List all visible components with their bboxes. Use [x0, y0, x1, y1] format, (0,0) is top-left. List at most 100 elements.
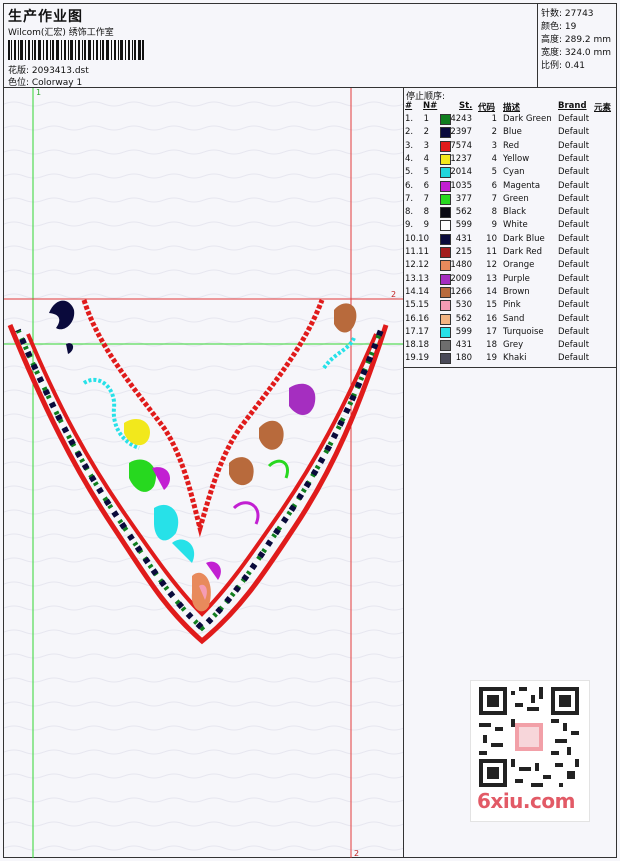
stop-stitches: 2014 [450, 167, 472, 178]
barcode-icon [8, 40, 144, 60]
stop-row: 1. 1 4243 1 Dark Green Default [404, 114, 617, 127]
stop-stitches: 2397 [450, 127, 472, 138]
stop-code: 13 [486, 273, 497, 284]
stop-stitches: 1237 [450, 153, 472, 164]
stop-code: 3 [491, 140, 497, 151]
stop-row: 3. 3 7574 3 Red Default [404, 140, 617, 154]
stop-brand: Default [558, 127, 590, 138]
stop-code: 7 [491, 193, 497, 204]
stop-number: 15 [418, 300, 429, 311]
stop-description: Brown [503, 286, 530, 297]
stop-description: Dark Green [503, 114, 552, 124]
stop-row: 13. 13 2009 13 Purple Default [404, 273, 617, 287]
stop-index: 19. [405, 353, 419, 364]
stop-index: 10. [405, 233, 419, 244]
stop-code: 11 [486, 247, 497, 257]
guide-label-2-bottom: 2 [354, 849, 359, 858]
stop-description: Khaki [503, 353, 527, 364]
stop-brand: Default [558, 260, 590, 271]
watermark-text: 6xiu.com [477, 789, 575, 813]
stop-index: 13. [405, 273, 419, 284]
stop-index: 6. [405, 180, 414, 191]
stop-brand: Default [558, 207, 590, 218]
stop-index: 7. [405, 193, 414, 204]
stop-stitches: 2009 [450, 273, 472, 284]
stop-row: 6. 6 1035 6 Magenta Default [404, 180, 617, 194]
col-stitches: St. [459, 101, 473, 111]
stop-number: 1 [423, 114, 429, 124]
stop-description: Blue [503, 127, 522, 138]
stop-brand: Default [558, 326, 590, 337]
stop-row: 18. 18 431 18 Grey Default [404, 340, 617, 353]
stop-stitches: 431 [455, 233, 472, 244]
col-brand: Brand [558, 101, 587, 111]
stop-brand: Default [558, 313, 590, 324]
stop-row: 9. 9 599 9 White Default [404, 220, 617, 233]
stop-stitches: 215 [455, 247, 472, 257]
stop-stitches: 562 [455, 313, 472, 324]
watermark-qr: 6xiu.com [470, 680, 590, 822]
stop-number: 10 [418, 233, 429, 244]
stop-index: 16. [405, 313, 419, 324]
stop-code: 8 [491, 207, 497, 218]
stop-stitches: 377 [455, 193, 472, 204]
stop-table-header: # N# St. 代码 描述 Brand 元素 [404, 101, 617, 114]
stop-brand: Default [558, 180, 590, 191]
stop-code: 10 [486, 233, 497, 244]
stop-brand: Default [558, 247, 590, 257]
stop-row: 19. 19 180 19 Khaki Default [404, 353, 617, 366]
stop-description: Sand [503, 313, 525, 324]
stop-brand: Default [558, 220, 590, 231]
stop-stitches: 1480 [450, 260, 472, 271]
stop-stitches: 1266 [450, 286, 472, 297]
stop-code: 19 [486, 353, 497, 364]
design-preview: 1 2 2 [4, 88, 404, 858]
stop-index: 15. [405, 300, 419, 311]
stop-index: 12. [405, 260, 419, 271]
stat-width: 宽度: 324.0 mm [541, 48, 612, 58]
stop-description: Black [503, 207, 526, 218]
stop-sequence-panel: 停止顺序: # N# St. 代码 描述 Brand 元素 1. 1 4243 1 Da… [404, 88, 617, 368]
stop-code: 4 [491, 153, 497, 164]
stop-brand: Default [558, 340, 590, 351]
page-title: 生产作业图 [8, 9, 83, 25]
stop-stitches: 7574 [450, 140, 472, 151]
guide-label-1: 1 [36, 88, 41, 97]
stop-description: White [503, 220, 528, 231]
stop-description: Pink [503, 300, 521, 311]
stop-stitches: 599 [455, 326, 472, 337]
stop-stitches: 599 [455, 220, 472, 231]
stop-row: 10. 10 431 10 Dark Blue Default [404, 233, 617, 247]
stop-index: 5. [405, 167, 414, 178]
guide-label-2-right: 2 [391, 290, 396, 299]
stop-index: 3. [405, 140, 414, 151]
stop-row: 17. 17 599 17 Turquoise Default [404, 326, 617, 340]
stop-index: 14. [405, 286, 419, 297]
stop-row: 12. 12 1480 12 Orange Default [404, 260, 617, 273]
stop-brand: Default [558, 114, 590, 124]
stop-row: 11. 11 215 11 Dark Red Default [404, 247, 617, 260]
stop-index: 9. [405, 220, 414, 231]
stop-number: 8 [423, 207, 429, 218]
stop-description: Grey [503, 340, 524, 351]
stat-height: 高度: 289.2 mm [541, 35, 612, 45]
stop-description: Yellow [503, 153, 530, 164]
stop-number: 18 [418, 340, 429, 351]
stop-row: 2. 2 2397 2 Blue Default [404, 127, 617, 140]
stop-code: 18 [486, 340, 497, 351]
stop-code: 15 [486, 300, 497, 311]
stop-brand: Default [558, 273, 590, 284]
stop-row: 8. 8 562 8 Black Default [404, 207, 617, 220]
stop-brand: Default [558, 140, 590, 151]
stop-code: 6 [491, 180, 497, 191]
stop-stitches: 431 [455, 340, 472, 351]
stop-stitches: 1035 [450, 180, 472, 191]
stop-row: 14. 14 1266 14 Brown Default [404, 286, 617, 300]
stop-stitches: 180 [455, 353, 472, 364]
stop-number: 13 [418, 273, 429, 284]
stop-code: 12 [486, 260, 497, 271]
stat-scale: 比例: 0.41 [541, 61, 585, 71]
stop-brand: Default [558, 286, 590, 297]
stop-number: 7 [423, 193, 429, 204]
col-element: 元素 [594, 103, 612, 113]
